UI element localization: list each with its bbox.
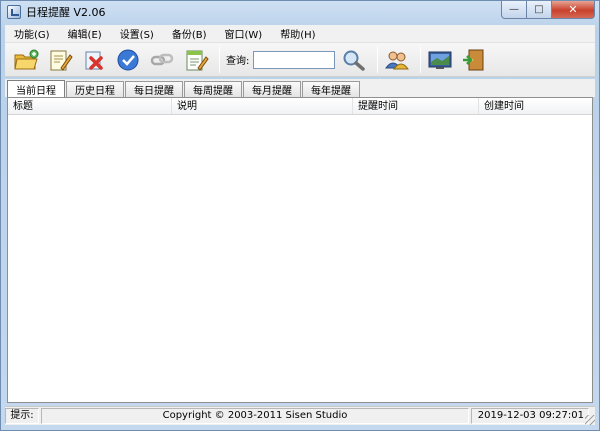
edit-note-icon xyxy=(50,50,73,71)
memo-button[interactable] xyxy=(181,45,211,75)
tab-yearly-reminder[interactable]: 每年提醒 xyxy=(302,81,360,97)
notepad-icon xyxy=(186,50,209,71)
menu-backup[interactable]: 备份(B) xyxy=(163,26,216,41)
toolbar-separator xyxy=(219,46,220,73)
complete-schedule-button[interactable] xyxy=(113,45,143,75)
confirm-check-icon xyxy=(117,49,139,70)
exit-button[interactable] xyxy=(459,45,489,75)
contacts-button[interactable] xyxy=(382,45,412,75)
window-title: 日程提醒 V2.06 xyxy=(26,6,106,19)
menu-help[interactable]: 帮助(H) xyxy=(271,26,324,41)
minimize-button[interactable]: — xyxy=(501,1,527,19)
link-button[interactable] xyxy=(147,45,177,75)
link-icon xyxy=(150,53,174,65)
column-header-title[interactable]: 标题 xyxy=(8,98,172,114)
tab-history-schedule[interactable]: 历史日程 xyxy=(66,81,124,97)
search-input[interactable] xyxy=(253,50,336,69)
window-controls: — □ ✕ xyxy=(501,1,595,19)
status-copyright: Copyright © 2003-2011 Sisen Studio xyxy=(41,408,469,424)
resize-grip[interactable] xyxy=(585,415,595,425)
maximize-button[interactable]: □ xyxy=(527,1,552,19)
new-schedule-button[interactable] xyxy=(11,45,41,75)
close-button[interactable]: ✕ xyxy=(552,1,595,19)
status-hint: 提示: xyxy=(5,408,39,424)
list-header: 标题 说明 提醒时间 创建时间 xyxy=(8,98,592,115)
delete-icon xyxy=(85,51,103,70)
toolbar-separator xyxy=(420,46,422,73)
status-datetime: 2019-12-03 09:27:01 xyxy=(471,408,589,424)
menu-settings[interactable]: 设置(S) xyxy=(111,26,163,41)
delete-schedule-button[interactable] xyxy=(79,45,109,75)
tab-weekly-reminder[interactable]: 每周提醒 xyxy=(184,81,242,97)
menu-window[interactable]: 窗口(W) xyxy=(216,26,272,41)
title-bar[interactable]: 日程提醒 V2.06 — □ ✕ xyxy=(1,1,599,23)
tab-monthly-reminder[interactable]: 每月提醒 xyxy=(243,81,301,97)
monitor-icon xyxy=(428,51,452,69)
app-icon[interactable] xyxy=(7,5,21,19)
tab-daily-reminder[interactable]: 每日提醒 xyxy=(125,81,183,97)
menu-bar: 功能(G) 编辑(E) 设置(S) 备份(B) 窗口(W) 帮助(H) xyxy=(5,25,595,43)
column-header-description[interactable]: 说明 xyxy=(172,98,353,114)
screen-button[interactable] xyxy=(425,45,455,75)
exit-door-icon xyxy=(463,49,484,70)
tab-bar: 当前日程 历史日程 每日提醒 每周提醒 每月提醒 每年提醒 xyxy=(5,79,595,97)
menu-edit[interactable]: 编辑(E) xyxy=(59,26,111,41)
column-header-remind-time[interactable]: 提醒时间 xyxy=(353,98,479,114)
column-header-created-time[interactable]: 创建时间 xyxy=(479,98,592,114)
toolbar: 查询: xyxy=(5,43,595,77)
status-bar: 提示: Copyright © 2003-2011 Sisen Studio 2… xyxy=(5,406,595,425)
menu-function[interactable]: 功能(G) xyxy=(5,26,59,41)
schedule-list[interactable]: 标题 说明 提醒时间 创建时间 xyxy=(7,97,593,403)
app-window: 日程提醒 V2.06 — □ ✕ 功能(G) 编辑(E) 设置(S) 备份(B)… xyxy=(0,0,600,431)
search-button[interactable] xyxy=(339,45,369,75)
users-icon xyxy=(385,51,410,69)
search-label: 查询: xyxy=(226,56,250,67)
open-folder-icon xyxy=(14,49,39,69)
search-magnifier-icon xyxy=(343,50,366,71)
edit-schedule-button[interactable] xyxy=(45,45,75,75)
tab-current-schedule[interactable]: 当前日程 xyxy=(7,80,65,97)
toolbar-separator xyxy=(377,46,379,73)
